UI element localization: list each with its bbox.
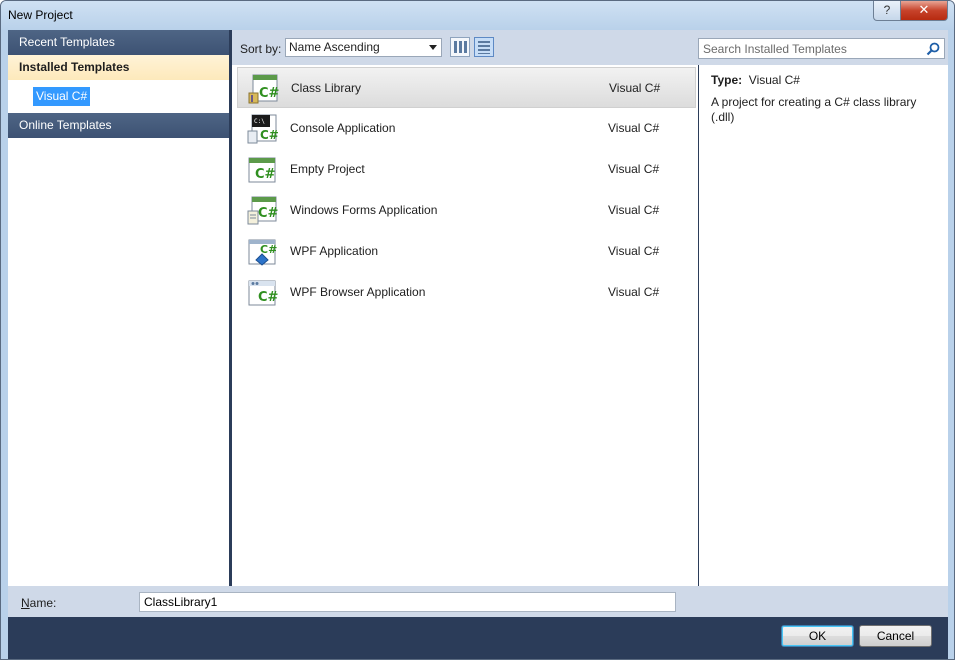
template-language: Visual C# — [608, 203, 660, 217]
name-label: Name: — [21, 596, 56, 610]
template-type: Type: Visual C# — [711, 73, 800, 87]
template-row-wpf-application[interactable]: C# WPF Application Visual C# — [237, 231, 696, 272]
template-name: WPF Browser Application — [290, 285, 426, 299]
svg-text:C#: C# — [259, 86, 279, 101]
new-project-dialog: New Project ? ✕ Recent Templates Install… — [0, 0, 955, 660]
template-row-class-library[interactable]: C# Class Library Visual C# — [237, 67, 696, 108]
template-categories: Recent Templates Installed Templates Vis… — [8, 30, 229, 586]
search-icon[interactable] — [925, 41, 941, 57]
svg-text:C#: C# — [258, 290, 278, 305]
template-list: C# Class Library Visual C# C:\ C# Consol… — [232, 65, 698, 586]
svg-text:C#: C# — [255, 167, 276, 182]
type-label: Type: — [711, 73, 743, 87]
chevron-down-icon — [429, 45, 437, 50]
tree-item-visual-csharp[interactable]: Visual C# — [33, 87, 91, 106]
details-view-button[interactable] — [474, 37, 494, 57]
name-bar: Name: — [8, 586, 948, 617]
window-title: New Project — [8, 8, 73, 22]
empty-project-icon: C# — [248, 157, 276, 183]
svg-text:C#: C# — [258, 206, 278, 221]
template-language: Visual C# — [608, 121, 660, 135]
title-bar[interactable]: New Project ? ✕ — [1, 1, 954, 30]
template-row-empty-project[interactable]: C# Empty Project Visual C# — [237, 149, 696, 190]
project-name-input[interactable] — [139, 592, 676, 612]
search-input[interactable] — [703, 41, 918, 56]
template-details: Type: Visual C# A project for creating a… — [699, 65, 948, 586]
close-button[interactable]: ✕ — [900, 1, 948, 21]
console-app-icon: C:\ C# — [247, 114, 278, 144]
installed-templates-header[interactable]: Installed Templates — [8, 55, 229, 80]
name-label-access-key: N — [21, 596, 30, 610]
template-language: Visual C# — [608, 285, 660, 299]
type-value: Visual C# — [748, 73, 800, 87]
svg-text:C#: C# — [260, 128, 278, 142]
template-name: Windows Forms Application — [290, 203, 438, 217]
svg-text:C:\: C:\ — [254, 118, 265, 125]
template-row-windows-forms-application[interactable]: C# Windows Forms Application Visual C# — [237, 190, 696, 231]
template-description: A project for creating a C# class librar… — [711, 95, 917, 124]
wpf-app-icon: C# — [248, 239, 277, 266]
help-button[interactable]: ? — [873, 1, 901, 21]
template-row-wpf-browser-application[interactable]: C# WPF Browser Application Visual C# — [237, 272, 696, 313]
recent-templates-header[interactable]: Recent Templates — [8, 30, 229, 55]
template-name: Empty Project — [290, 162, 365, 176]
name-label-rest: ame: — [29, 596, 57, 610]
template-language: Visual C# — [608, 244, 660, 258]
template-name: Console Application — [290, 121, 396, 135]
sort-by-value: Name Ascending — [289, 40, 380, 54]
search-installed-templates[interactable] — [698, 38, 945, 59]
windows-forms-icon: C# — [247, 196, 278, 225]
class-library-icon: C# — [248, 74, 279, 104]
template-name: WPF Application — [290, 244, 379, 258]
template-language: Visual C# — [608, 162, 660, 176]
template-row-console-application[interactable]: C:\ C# Console Application Visual C# — [237, 108, 696, 149]
ok-button[interactable]: OK — [781, 625, 854, 647]
small-icons-view-button[interactable] — [450, 37, 470, 57]
online-templates-header[interactable]: Online Templates — [8, 113, 229, 138]
template-toolbar: Sort by: Name Ascending — [232, 30, 948, 65]
cancel-button[interactable]: Cancel — [859, 625, 932, 647]
dialog-body: Recent Templates Installed Templates Vis… — [8, 30, 948, 659]
sort-by-label: Sort by: — [240, 42, 282, 56]
template-language: Visual C# — [609, 81, 661, 95]
wpf-browser-icon: C# — [248, 280, 278, 306]
template-name: Class Library — [291, 81, 362, 95]
sort-by-dropdown[interactable]: Name Ascending — [285, 38, 442, 57]
